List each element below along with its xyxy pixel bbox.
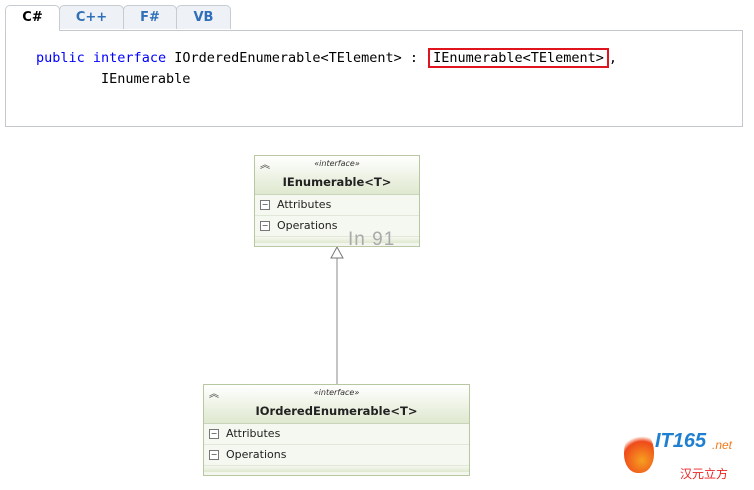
compartment-label: Operations	[277, 219, 338, 232]
logo-net-text: .net	[712, 438, 733, 452]
watermark-text: In 91	[348, 229, 396, 250]
collapse-minus-icon[interactable]: −	[209, 450, 219, 460]
class-footer	[204, 466, 469, 472]
compartment-label: Attributes	[277, 198, 332, 211]
flame-logo-icon	[624, 431, 654, 473]
class-name: IEnumerable<T>	[282, 175, 392, 189]
collapse-minus-icon[interactable]: −	[209, 429, 219, 439]
compartment-attributes[interactable]: − Attributes	[204, 424, 469, 445]
collapse-minus-icon[interactable]: −	[260, 200, 270, 210]
inheritance-arrowhead	[330, 245, 344, 259]
compartment-attributes[interactable]: − Attributes	[255, 195, 419, 216]
logo-it-text: IT165	[655, 430, 707, 452]
compartment-operations[interactable]: − Operations	[204, 445, 469, 466]
collapse-minus-icon[interactable]: −	[260, 221, 270, 231]
tab-csharp[interactable]: C#	[5, 5, 60, 31]
class-name: IOrderedEnumerable<T>	[255, 404, 418, 418]
uml-class-iorderedenumerable[interactable]: ︽ «interface» IOrderedEnumerable<T> − At…	[203, 384, 470, 476]
stereotype-label: «interface»	[314, 159, 360, 168]
uml-class-header: ︽ «interface» IOrderedEnumerable<T>	[204, 385, 469, 424]
stereotype-label: «interface»	[313, 388, 360, 397]
compartment-label: Operations	[226, 448, 287, 461]
compartment-label: Attributes	[226, 427, 281, 440]
logo-cn-text: 汉元立方	[680, 467, 729, 481]
uml-class-header: ︽ «interface» IEnumerable<T>	[255, 156, 419, 195]
